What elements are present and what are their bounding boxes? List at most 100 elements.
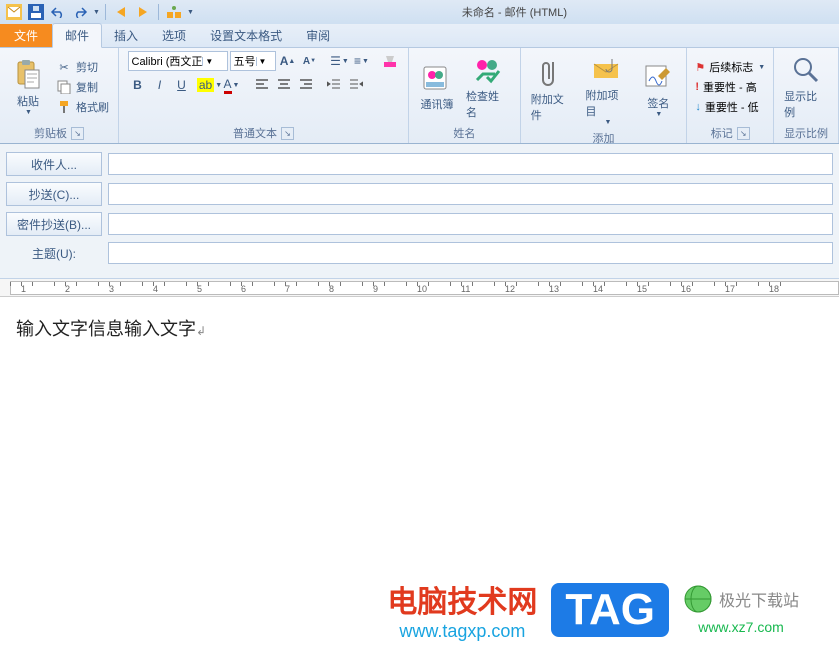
group-tags: ⚑后续标志▼ !重要性 - 高 ↓重要性 - 低 标记 ↘ <box>687 48 774 143</box>
message-header: 收件人... 抄送(C)... 密件抄送(B)... 主题(U): <box>0 144 839 279</box>
ribbon: 粘贴 ▼ ✂剪切 复制 格式刷 剪贴板 ↘ Calibri (西文正▼ 五号▼ A… <box>0 48 839 144</box>
paste-more-icon: ▼ <box>24 109 32 116</box>
align-left-icon[interactable] <box>252 75 272 95</box>
addressbook-icon <box>421 62 453 94</box>
message-body[interactable]: 输入文字信息输入文字↲ <box>0 297 839 359</box>
bullet-list-icon[interactable]: ☰▼ <box>330 51 350 71</box>
bcc-field[interactable] <box>108 213 833 235</box>
chevron-down-icon: ▼ <box>202 57 215 66</box>
check-names-icon <box>472 54 504 86</box>
chevron-down-icon: ▼ <box>256 57 269 66</box>
redo-icon[interactable] <box>70 2 90 22</box>
low-importance-icon: ↓ <box>695 101 701 113</box>
attach-file-button[interactable]: 附加文件 <box>527 55 579 125</box>
group-basic-text: Calibri (西文正▼ 五号▼ A▲ A▼ ☰▼ ≡▼ B I U ab▼ … <box>119 48 409 143</box>
tab-format[interactable]: 设置文本格式 <box>198 24 294 47</box>
quick-access-toolbar: ▼ ▼ <box>4 2 194 22</box>
group-names: 通讯簿 检查姓名 姓名 <box>409 48 521 143</box>
qat-more-icon[interactable]: ▼ <box>92 9 100 16</box>
window-title: 未命名 - 邮件 (HTML) <box>194 4 835 20</box>
group-zoom: 显示比例 显示比例 <box>774 48 839 143</box>
indent-left-icon[interactable] <box>324 75 344 95</box>
paperclip-icon <box>537 57 569 89</box>
zoom-button[interactable]: 显示比例 <box>780 52 832 122</box>
ruler[interactable]: 123456789101112131415161718 <box>0 279 839 297</box>
tab-mail[interactable]: 邮件 <box>52 23 102 48</box>
format-painter-button[interactable]: 格式刷 <box>53 98 112 116</box>
signature-button[interactable]: 签名▼ <box>636 59 680 120</box>
signature-icon <box>642 61 674 93</box>
copy-icon <box>56 79 72 95</box>
font-name-combo[interactable]: Calibri (西文正▼ <box>128 51 228 71</box>
zoom-icon <box>790 54 822 86</box>
grow-font-icon[interactable]: A▲ <box>278 51 298 71</box>
subject-field[interactable] <box>108 242 833 264</box>
bcc-button[interactable]: 密件抄送(B)... <box>6 212 102 236</box>
attach-item-icon <box>591 53 623 85</box>
clear-format-icon[interactable] <box>380 51 400 71</box>
highlight-icon[interactable]: ab▼ <box>200 75 220 95</box>
copy-button[interactable]: 复制 <box>53 78 112 96</box>
app-icon[interactable] <box>4 2 24 22</box>
bold-icon[interactable]: B <box>128 75 148 95</box>
group-add: 附加文件 附加项目▼ 签名▼ 添加 <box>521 48 688 143</box>
group-tags-label: 标记 <box>711 125 733 141</box>
save-icon[interactable] <box>26 2 46 22</box>
followup-button[interactable]: ⚑后续标志▼ <box>693 58 767 76</box>
group-clipboard: 粘贴 ▼ ✂剪切 复制 格式刷 剪贴板 ↘ <box>0 48 119 143</box>
next-item-icon[interactable] <box>133 2 153 22</box>
align-right-icon[interactable] <box>296 75 316 95</box>
flag-icon: ⚑ <box>695 61 705 74</box>
check-names-button[interactable]: 检查姓名 <box>462 52 514 122</box>
to-button[interactable]: 收件人... <box>6 152 102 176</box>
brush-icon <box>56 99 72 115</box>
undo-icon[interactable] <box>48 2 68 22</box>
cc-button[interactable]: 抄送(C)... <box>6 182 102 206</box>
tab-insert[interactable]: 插入 <box>102 24 150 47</box>
low-importance-button[interactable]: ↓重要性 - 低 <box>693 98 767 116</box>
group-clipboard-label: 剪贴板 <box>34 125 67 141</box>
addin-icon[interactable] <box>164 2 184 22</box>
clipboard-launcher-icon[interactable]: ↘ <box>71 127 84 140</box>
watermark-tag: TAG <box>551 583 669 637</box>
watermark: 电脑技术网 www.tagxp.com TAG 极光下载站 www.xz7.co… <box>387 577 799 642</box>
indent-right-icon[interactable] <box>346 75 366 95</box>
tags-launcher-icon[interactable]: ↘ <box>737 127 750 140</box>
group-zoom-label: 显示比例 <box>784 125 828 141</box>
watermark-site2: 极光下载站 <box>719 587 799 611</box>
underline-icon[interactable]: U <box>172 75 192 95</box>
subject-label: 主题(U): <box>6 245 102 262</box>
align-center-icon[interactable] <box>274 75 294 95</box>
tab-options[interactable]: 选项 <box>150 24 198 47</box>
number-list-icon[interactable]: ≡▼ <box>352 51 372 71</box>
globe-icon <box>683 584 713 614</box>
to-field[interactable] <box>108 153 833 175</box>
shrink-font-icon[interactable]: A▼ <box>300 51 320 71</box>
watermark-url2: www.xz7.com <box>683 619 799 635</box>
group-names-label: 姓名 <box>453 125 475 141</box>
font-size-combo[interactable]: 五号▼ <box>230 51 276 71</box>
addin-more-icon[interactable]: ▼ <box>186 9 194 16</box>
addressbook-button[interactable]: 通讯簿 <box>415 60 459 114</box>
cut-icon: ✂ <box>56 59 72 75</box>
cc-field[interactable] <box>108 183 833 205</box>
tab-review[interactable]: 审阅 <box>294 24 342 47</box>
watermark-url1: www.tagxp.com <box>387 621 537 642</box>
paste-button[interactable]: 粘贴 ▼ <box>6 57 50 118</box>
titlebar: ▼ ▼ 未命名 - 邮件 (HTML) <box>0 0 839 24</box>
high-importance-button[interactable]: !重要性 - 高 <box>693 78 767 96</box>
group-add-label: 添加 <box>593 130 615 146</box>
ribbon-tabs: 文件 邮件 插入 选项 设置文本格式 审阅 <box>0 24 839 48</box>
high-importance-icon: ! <box>695 81 699 93</box>
prev-item-icon[interactable] <box>111 2 131 22</box>
font-launcher-icon[interactable]: ↘ <box>281 127 294 140</box>
paste-label: 粘贴 <box>17 93 39 109</box>
attach-item-button[interactable]: 附加项目▼ <box>582 51 634 128</box>
body-text: 输入文字信息输入文字 <box>16 319 196 339</box>
font-color-icon[interactable]: A▼ <box>222 75 242 95</box>
group-basic-text-label: 普通文本 <box>233 125 277 141</box>
italic-icon[interactable]: I <box>150 75 170 95</box>
cut-button[interactable]: ✂剪切 <box>53 58 112 76</box>
watermark-site1: 电脑技术网 <box>387 577 537 621</box>
tab-file[interactable]: 文件 <box>0 24 52 47</box>
